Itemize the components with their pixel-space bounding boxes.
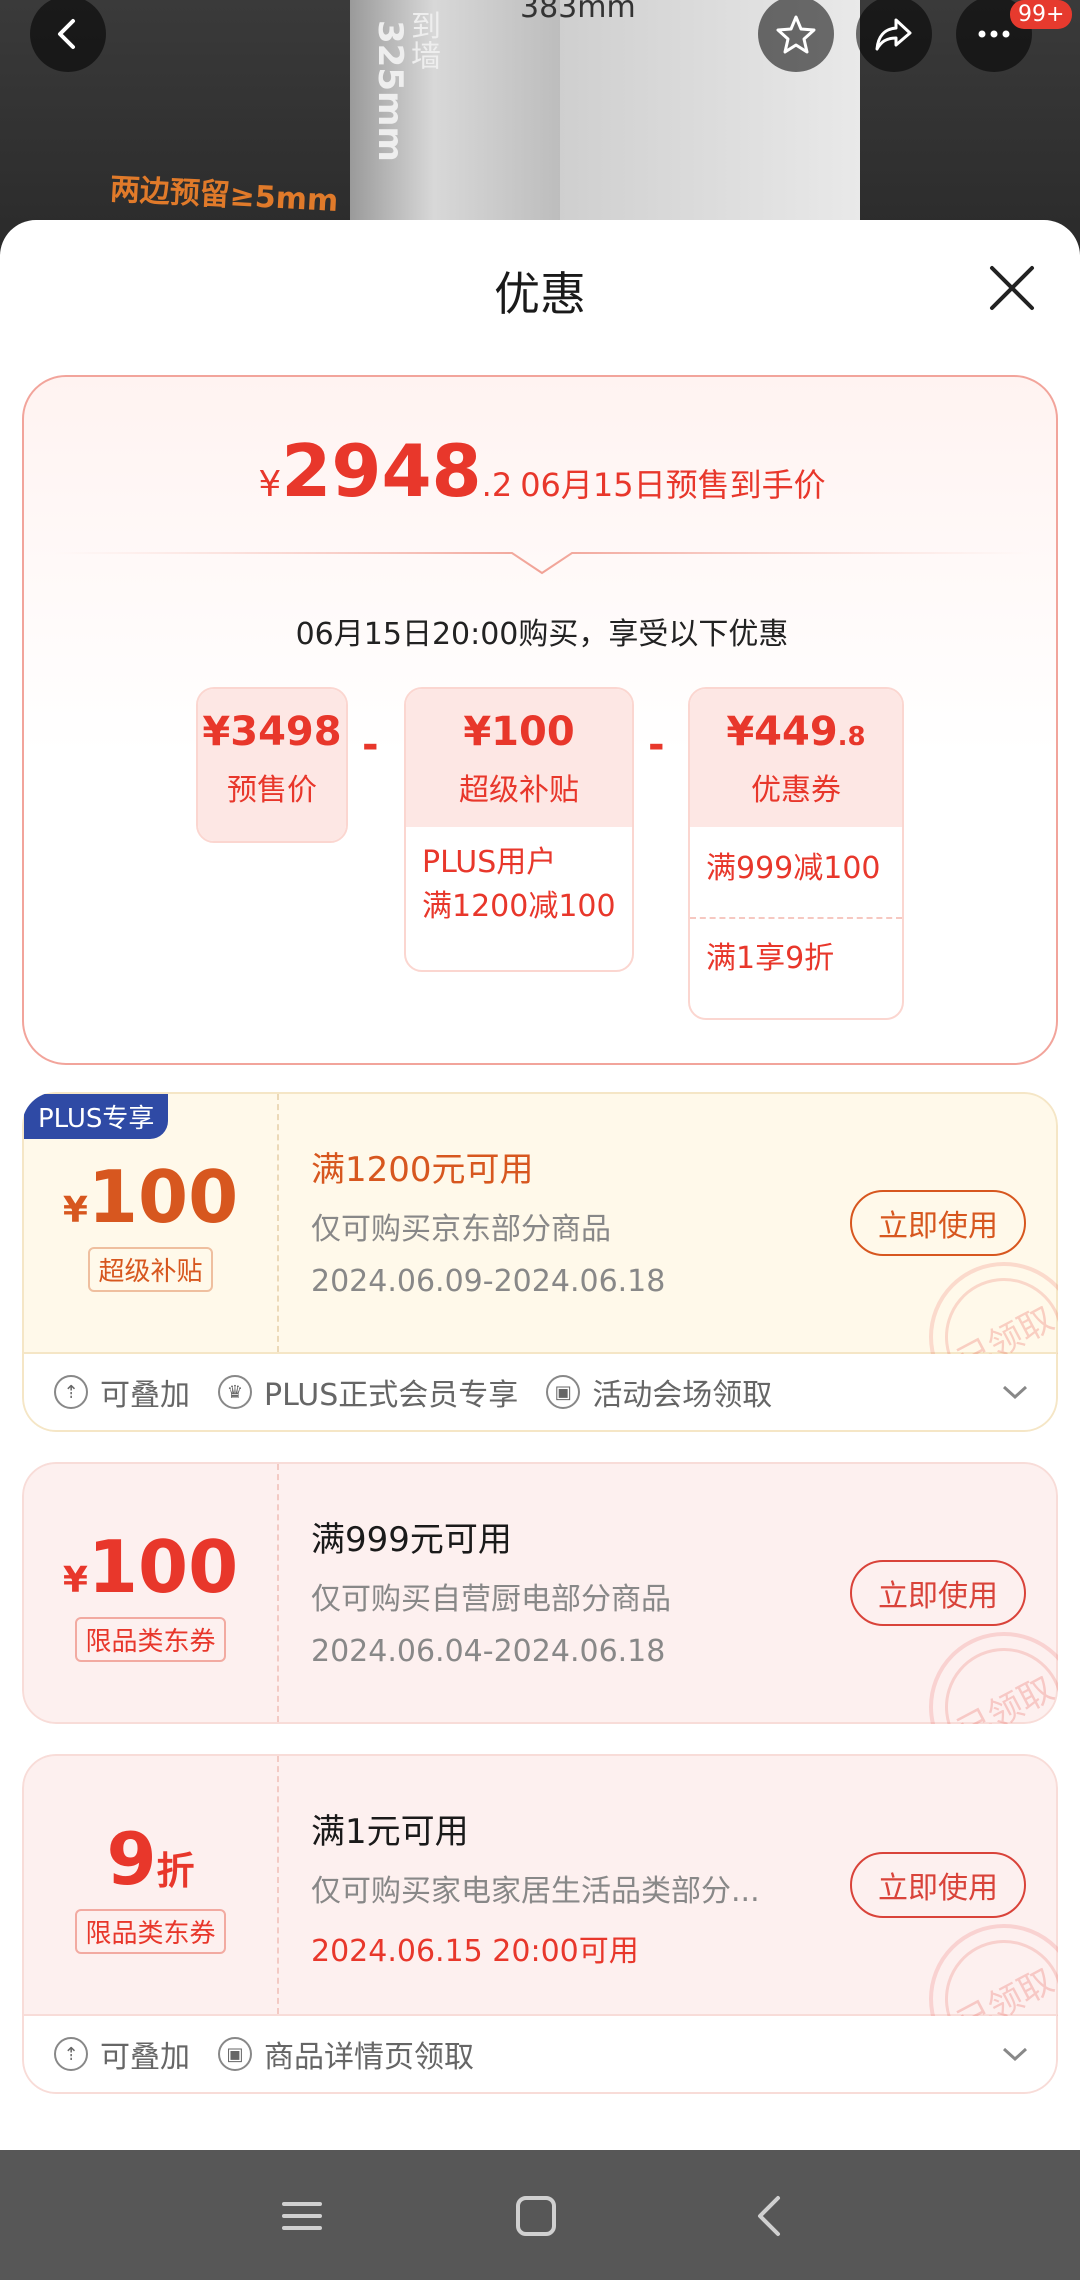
source-tag: ▣ 商品详情页领取 (218, 2032, 474, 2076)
use-now-button[interactable]: 立即使用 (850, 1190, 1026, 1256)
stackable-label: 可叠加 (100, 1378, 190, 1413)
coupon-amount-area: ¥100 限品类东券 (24, 1464, 279, 1722)
discount-sheet: 优惠 ¥2948.2 06月15日预售到手价 06月15日20:00购买，享受以下… (0, 220, 1080, 2150)
dimension-label: 383mm (520, 0, 636, 25)
coupon-total-top: ¥449.8 优惠券 (690, 689, 902, 827)
coupon-yen: ¥ (62, 1559, 88, 1601)
chevron-down-icon[interactable] (1000, 2044, 1030, 2064)
source-tag: ▣ 活动会场领取 (546, 1370, 772, 1414)
coupon-amount-value: 100 (87, 1154, 239, 1239)
menu-icon[interactable] (276, 2190, 328, 2242)
vertical-wall-label: 到墙 (405, 10, 440, 70)
super-subsidy-condition: PLUS用户 满1200减100 (422, 845, 616, 924)
coupon-threshold: 满999元可用 (311, 1520, 512, 1560)
coupon-validity: 2024.06.09-2024.06.18 (311, 1264, 666, 1299)
home-square-icon[interactable] (510, 2190, 562, 2242)
coupon-condition-2: 满1享9折 (690, 917, 902, 1003)
presale-price-pill: ¥3498 预售价 (196, 687, 348, 843)
coupon-type-tag: 限品类东券 (75, 1908, 226, 1954)
claimed-stamp: 已领取 (924, 1627, 1058, 1724)
coupon-amount-value: 9 (106, 1816, 157, 1901)
plus-member-tag: ♛ PLUS正式会员专享 (218, 1370, 518, 1414)
price-summary-card: ¥2948.2 06月15日预售到手价 06月15日20:00购买，享受以下优惠 … (22, 375, 1058, 1065)
use-now-button[interactable]: 立即使用 (850, 1852, 1026, 1918)
close-icon[interactable] (986, 262, 1038, 314)
final-price-decimal: .2 (481, 466, 513, 504)
spacing-note: 两边预留≥5mm (109, 172, 340, 219)
coupon-amount-value: 100 (87, 1524, 239, 1609)
presale-price-top: ¥3498 预售价 (198, 689, 346, 841)
ticket-icon: ▣ (218, 2037, 252, 2071)
coupon-body: 9折 限品类东券 满1元可用 仅可购买家电家居生活品类部分... 2024.06… (22, 1754, 1058, 2079)
coupon-total-name: 优惠券 (751, 773, 841, 808)
chevron-down-icon[interactable] (1000, 1382, 1030, 1402)
stackable-tag: ⇡ 可叠加 (54, 1370, 190, 1414)
final-price-integer: 2948 (281, 429, 482, 513)
stackable-tag: ⇡ 可叠加 (54, 2032, 190, 2076)
coupon-footer[interactable]: ⇡ 可叠加 ♛ PLUS正式会员专享 ▣ 活动会场领取 (22, 1354, 1058, 1432)
coupon-card-discount: 9折 限品类东券 满1元可用 仅可购买家电家居生活品类部分... 2024.06… (22, 1754, 1058, 2094)
coupon-discount-unit: 折 (156, 1848, 195, 1893)
star-icon (776, 15, 816, 54)
plus-exclusive-badge: PLUS专享 (24, 1094, 169, 1139)
coupon-amount: 9折 (106, 1817, 194, 1901)
coupon-scope: 仅可购买自营厨电部分商品 (311, 1582, 671, 1617)
plus-member-label: PLUS正式会员专享 (264, 1378, 519, 1413)
presale-price-value: ¥3498 (202, 709, 342, 755)
coupon-card-plus: ¥100 超级补贴 满1200元可用 仅可购买京东部分商品 2024.06.09… (22, 1092, 1058, 1432)
presale-price-name: 预售价 (227, 773, 317, 808)
ticket-icon: ▣ (546, 1375, 581, 1409)
coupon-body: ¥100 超级补贴 满1200元可用 仅可购买京东部分商品 2024.06.09… (22, 1092, 1058, 1417)
source-label: 活动会场领取 (592, 1378, 773, 1413)
coupon-validity: 2024.06.04-2024.06.18 (311, 1634, 666, 1669)
divider-arrow (54, 552, 1030, 575)
final-price-label: 06月15日预售到手价 (520, 466, 826, 504)
chevron-left-icon (58, 19, 75, 49)
coupon-threshold: 满1元可用 (311, 1812, 469, 1852)
minus-sign: - (362, 722, 379, 768)
coupon-card-kitchen: ¥100 限品类东券 满999元可用 仅可购买自营厨电部分商品 2024.06.… (22, 1462, 1058, 1724)
coupon-scope: 仅可购买家电家居生活品类部分... (311, 1874, 760, 1909)
coupon-footer[interactable]: ⇡ 可叠加 ▣ 商品详情页领取 (22, 2016, 1058, 2094)
coupon-total-value: ¥449.8 (690, 689, 902, 755)
coupon-body: ¥100 限品类东券 满999元可用 仅可购买自营厨电部分商品 2024.06.… (22, 1462, 1058, 1724)
coupon-amount: ¥100 (63, 1525, 238, 1609)
stack-icon: ⇡ (54, 2037, 88, 2071)
minus-sign: - (648, 722, 665, 768)
super-subsidy-value: ¥100 (463, 709, 575, 755)
message-count-badge: 99+ (1010, 0, 1073, 29)
currency-symbol: ¥ (258, 464, 282, 505)
more-icon (978, 30, 1010, 38)
coupon-yen: ¥ (62, 1189, 88, 1231)
super-subsidy-top: ¥100 超级补贴 (406, 689, 632, 827)
sheet-title: 优惠 (494, 267, 586, 321)
use-now-button[interactable]: 立即使用 (850, 1560, 1026, 1626)
coupon-condition-1: 满999减100 (706, 851, 881, 886)
stack-icon: ⇡ (54, 1375, 88, 1409)
coupon-validity: 2024.06.15 20:00可用 (311, 1934, 639, 1969)
coupon-scope: 仅可购买京东部分商品 (311, 1212, 611, 1247)
stackable-label: 可叠加 (100, 2040, 190, 2075)
coupon-total-pill: ¥449.8 优惠券 满999减100 满1享9折 (688, 687, 904, 1020)
coupon-type-tag: 限品类东券 (75, 1616, 226, 1662)
final-price: ¥2948.2 06月15日预售到手价 (24, 429, 1060, 513)
coupon-total-decimal: .8 (837, 722, 866, 752)
super-subsidy-name: 超级补贴 (459, 773, 579, 808)
crown-icon: ♛ (218, 1375, 252, 1409)
source-label: 商品详情页领取 (264, 2040, 474, 2075)
back-icon[interactable] (744, 2190, 796, 2242)
coupon-total-integer: ¥449 (726, 709, 838, 755)
coupon-amount-area: 9折 限品类东券 (24, 1756, 279, 2014)
coupon-threshold: 满1200元可用 (311, 1150, 534, 1190)
coupon-amount: ¥100 (63, 1155, 238, 1239)
coupon-type-tag: 超级补贴 (88, 1246, 213, 1292)
system-navigation-bar (0, 2150, 1080, 2280)
claimed-stamp-text: 已领取 (924, 1627, 1058, 1724)
super-subsidy-pill: ¥100 超级补贴 PLUS用户 满1200减100 (404, 687, 634, 972)
share-icon (875, 18, 912, 51)
purchase-time-note: 06月15日20:00购买，享受以下优惠 (295, 617, 789, 652)
